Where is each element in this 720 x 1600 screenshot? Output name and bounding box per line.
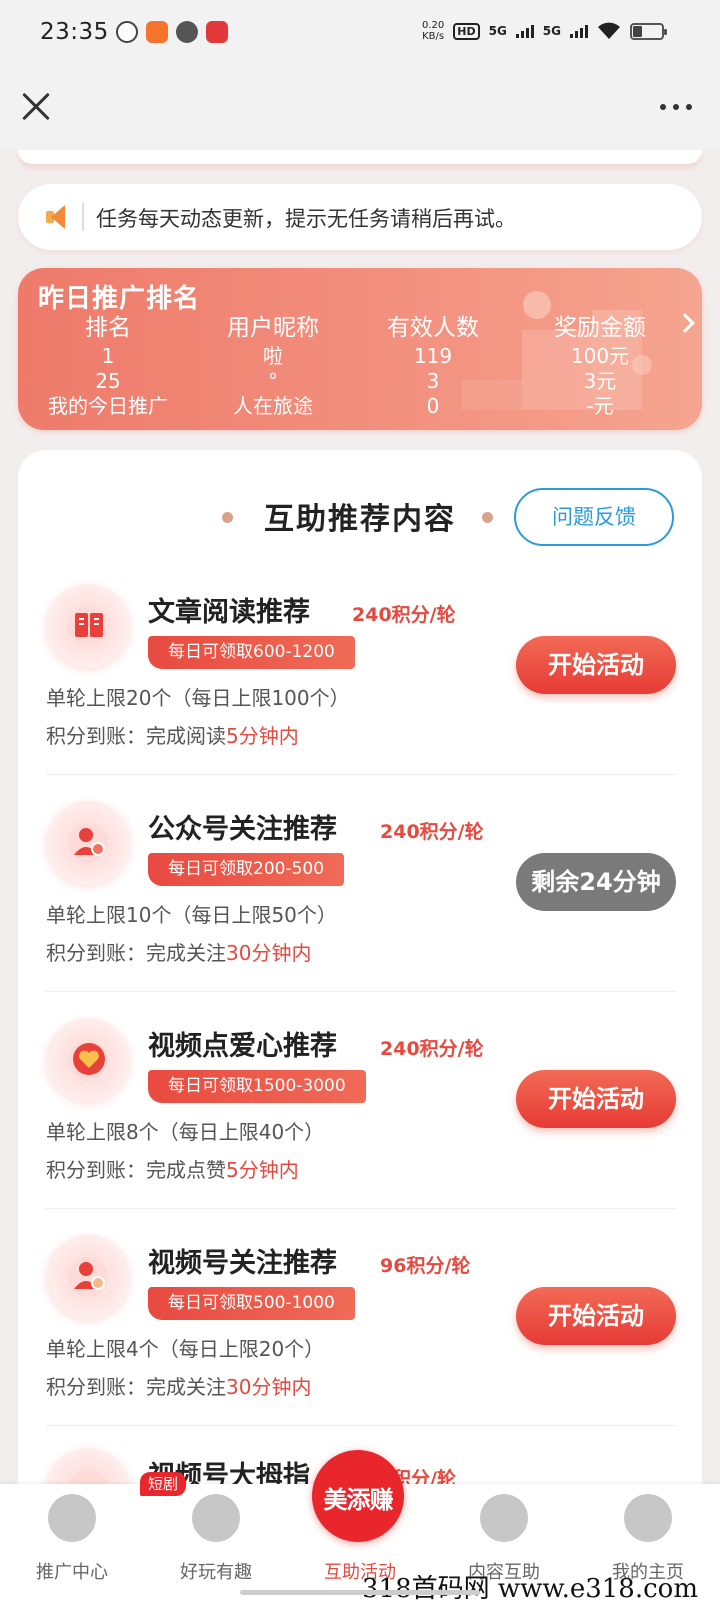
task-points: 240积分/轮 <box>380 821 484 843</box>
previous-card-edge <box>18 150 702 164</box>
hd-icon: HD <box>453 22 480 40</box>
more-options-icon[interactable] <box>660 104 692 110</box>
notice-bar: 任务每天动态更新，提示无任务请稍后再试。 <box>18 184 702 250</box>
signal-bars-icon <box>515 24 534 38</box>
task-item: 文章阅读推荐 240积分/轮 每日可领取600-1200 单轮上限20个（每日上… <box>46 570 676 786</box>
task-limit: 单轮上限10个（每日上限50个） <box>46 903 337 927</box>
center-logo-text: 美添赚 <box>323 1486 394 1514</box>
ranking-cell: 我的今日推广 <box>48 394 168 418</box>
task-daily-badge: 每日可领取500-1000 <box>148 1287 355 1320</box>
ranking-cell: 人在旅途 <box>233 394 313 418</box>
task-name: 文章阅读推荐 <box>148 597 310 628</box>
center-logo-button[interactable]: 美添赚 <box>312 1450 404 1542</box>
remaining-time-button[interactable]: 剩余24分钟 <box>516 853 676 911</box>
feedback-button[interactable]: 问题反馈 <box>514 488 674 546</box>
ranking-header-row: 排名 用户昵称 有效人数 奖励金额 <box>18 312 702 344</box>
net-speed: 0.20 KB/s <box>421 20 445 42</box>
task-limit: 单轮上限20个（每日上限100个） <box>46 686 350 710</box>
task-arrival: 积分到账：完成点赞5分钟内 <box>46 1158 299 1182</box>
planet-icon <box>192 1494 240 1542</box>
ranking-row: 1 啦 119 100元 <box>18 344 702 369</box>
ranking-cell: ° <box>268 369 278 393</box>
divider <box>46 991 676 992</box>
ranking-card[interactable]: 昨日推广排名 排名 用户昵称 有效人数 奖励金额 1 啦 119 100元 25… <box>18 268 702 430</box>
ranking-cell: 0 <box>426 394 440 418</box>
status-bar: 23:35 0.20 KB/s HD 5G 5G <box>0 0 720 66</box>
task-name: 视频点爱心推荐 <box>148 1031 337 1062</box>
short-drama-badge: 短剧 <box>140 1472 187 1496</box>
wifi-icon <box>598 22 620 39</box>
ranking-cell: 100元 <box>570 344 630 368</box>
start-activity-button[interactable]: 开始活动 <box>516 636 676 694</box>
task-limit: 单轮上限8个（每日上限40个） <box>46 1120 325 1144</box>
task-daily-badge: 每日可领取600-1200 <box>148 636 355 669</box>
ranking-row: 我的今日推广 人在旅途 0 -元 <box>18 394 702 419</box>
ranking-header-cell: 排名 <box>85 315 131 341</box>
ranking-header-cell: 用户昵称 <box>227 315 319 341</box>
signal-5g-label-1: 5G <box>488 24 507 38</box>
start-activity-button[interactable]: 开始活动 <box>516 1070 676 1128</box>
ranking-cell: 3元 <box>583 369 617 393</box>
kuaishou-icon <box>146 21 168 43</box>
task-name: 公众号关注推荐 <box>148 814 337 845</box>
task-daily-badge: 每日可领取1500-3000 <box>148 1070 366 1103</box>
mutual-help-card: 互助推荐内容 问题反馈 文章阅读推荐 240积分/轮 每日可领取600-1200… <box>18 450 702 1600</box>
tab-label: 推广中心 <box>36 1562 108 1583</box>
upload-doc-icon <box>480 1494 528 1542</box>
app-notification-icon <box>116 21 138 43</box>
ranking-title: 昨日推广排名 <box>38 284 201 314</box>
ranking-cell: 25 <box>95 369 121 393</box>
tab-label: 好玩有趣 <box>180 1562 252 1583</box>
user-icon <box>624 1494 672 1542</box>
task-points: 240积分/轮 <box>380 1038 484 1060</box>
task-arrival: 积分到账：完成关注30分钟内 <box>46 1375 312 1399</box>
task-daily-badge: 每日可领取200-500 <box>148 853 345 886</box>
heart-icon <box>46 1018 130 1102</box>
ranking-cell: 3 <box>426 369 440 393</box>
divider <box>46 1208 676 1209</box>
battery-icon <box>630 22 667 40</box>
signal-5g-label-2: 5G <box>542 24 561 38</box>
ranking-cell: -元 <box>586 394 614 418</box>
status-time: 23:35 <box>40 19 109 45</box>
tab-fun[interactable]: 好玩有趣 <box>144 1484 288 1600</box>
book-icon <box>46 584 130 668</box>
notice-text: 任务每天动态更新，提示无任务请稍后再试。 <box>96 207 516 231</box>
ranking-cell: 啦 <box>263 344 283 368</box>
start-activity-button[interactable]: 开始活动 <box>516 1287 676 1345</box>
user-flower-icon <box>46 1235 130 1319</box>
task-item: 视频点爱心推荐 240积分/轮 每日可领取1500-3000 单轮上限8个（每日… <box>46 1004 676 1220</box>
watermark: 318首码网 www.e318.com <box>362 1574 698 1600</box>
ranking-cell: 119 <box>413 344 453 368</box>
task-arrival: 积分到账：完成关注30分钟内 <box>46 941 312 965</box>
user-star-icon <box>46 801 130 885</box>
divider <box>46 1425 676 1426</box>
task-item: 视频号关注推荐 96积分/轮 每日可领取500-1000 单轮上限4个（每日上限… <box>46 1221 676 1437</box>
ranking-header-cell: 有效人数 <box>387 315 479 341</box>
cat-app-icon <box>176 21 198 43</box>
divider <box>46 774 676 775</box>
ranking-table: 排名 用户昵称 有效人数 奖励金额 1 啦 119 100元 25 ° 3 3元… <box>18 312 702 419</box>
task-arrival: 积分到账：完成阅读5分钟内 <box>46 724 299 748</box>
signal-bars-icon <box>570 24 588 38</box>
grid-apps-icon <box>48 1494 96 1542</box>
ranking-header-cell: 奖励金额 <box>554 315 646 341</box>
task-points: 240积分/轮 <box>352 604 456 626</box>
status-app-icons <box>116 21 228 43</box>
notice-divider <box>82 203 84 231</box>
tab-promotion-center[interactable]: 推广中心 <box>0 1484 144 1600</box>
media-app-icon <box>206 21 228 43</box>
nav-bar <box>0 66 720 150</box>
task-item: 公众号关注推荐 240积分/轮 每日可领取200-500 单轮上限10个（每日上… <box>46 787 676 1003</box>
close-icon[interactable] <box>18 88 54 124</box>
ranking-cell: 1 <box>101 344 115 368</box>
ranking-row: 25 ° 3 3元 <box>18 369 702 394</box>
title-dot-right <box>482 512 493 523</box>
home-indicator[interactable] <box>240 1590 480 1595</box>
task-points: 96积分/轮 <box>380 1255 471 1277</box>
task-limit: 单轮上限4个（每日上限20个） <box>46 1337 325 1361</box>
task-name: 视频号关注推荐 <box>148 1248 337 1279</box>
status-indicators: 0.20 KB/s HD 5G 5G <box>421 20 667 42</box>
speaker-icon <box>46 203 70 231</box>
